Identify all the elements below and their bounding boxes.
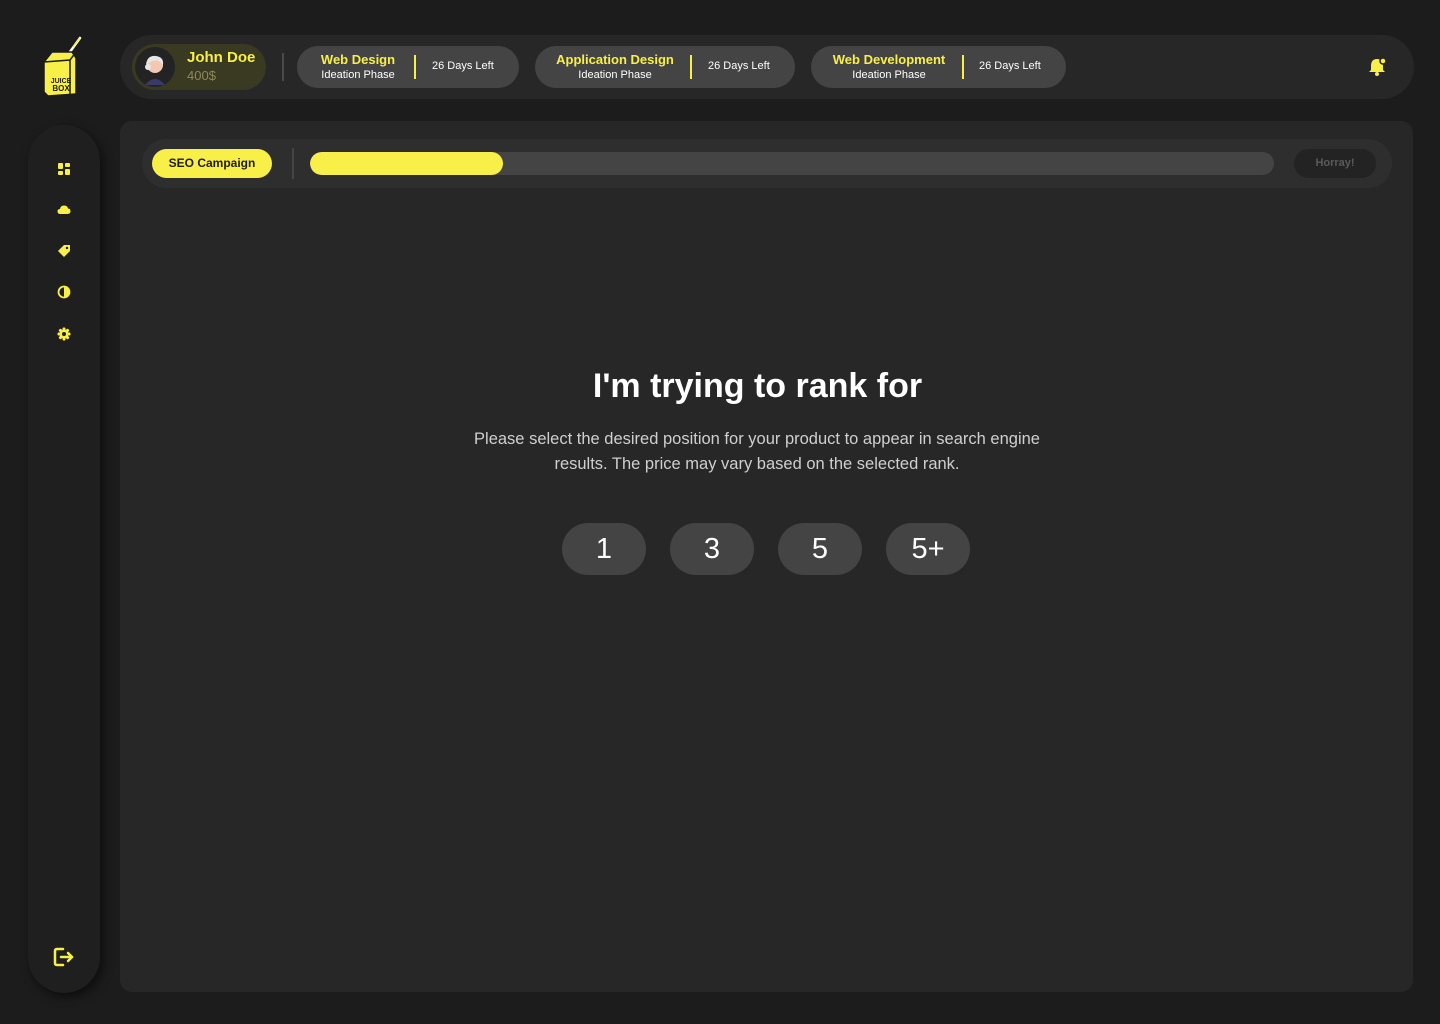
campaign-chip[interactable]: SEO Campaign — [152, 149, 272, 178]
logout-icon[interactable] — [52, 945, 76, 969]
progress-fill — [310, 152, 503, 175]
logo-text-box: BOX — [52, 84, 70, 93]
project-title: Application Design — [556, 52, 674, 67]
project-phase: Ideation Phase — [578, 69, 652, 81]
tag-icon[interactable] — [57, 244, 71, 258]
rank-option-5[interactable]: 5 — [778, 523, 862, 575]
horray-button[interactable]: Horray! — [1294, 149, 1376, 178]
project-days-left: 26 Days Left — [432, 60, 494, 72]
project-divider — [962, 55, 964, 79]
rank-option-5-plus[interactable]: 5+ — [886, 523, 970, 575]
project-phase: Ideation Phase — [852, 69, 926, 81]
project-application-design[interactable]: Application Design Ideation Phase 26 Day… — [535, 46, 795, 88]
project-days-left: 26 Days Left — [708, 60, 770, 72]
page-title: I'm trying to rank for — [592, 367, 923, 405]
rank-option-1[interactable]: 1 — [562, 523, 646, 575]
project-days-left: 26 Days Left — [979, 60, 1041, 72]
avatar — [135, 47, 175, 87]
sidebar — [28, 125, 100, 993]
contrast-icon[interactable] — [57, 285, 71, 299]
project-title: Web Design — [320, 52, 396, 67]
project-divider — [690, 55, 692, 79]
user-balance: 400$ — [187, 68, 216, 83]
divider — [282, 53, 284, 81]
project-web-development[interactable]: Web Development Ideation Phase 26 Days L… — [811, 46, 1066, 88]
rank-option-3[interactable]: 3 — [670, 523, 754, 575]
project-divider — [414, 55, 416, 79]
juice-box-logo[interactable]: JUICE BOX — [40, 36, 84, 98]
user-name: John Doe — [187, 49, 256, 66]
campaign-progress-row: SEO Campaign Horray! — [142, 139, 1392, 188]
dashboard-icon[interactable] — [57, 162, 71, 176]
gear-icon[interactable] — [57, 327, 71, 341]
divider — [292, 148, 294, 179]
progress-bar — [310, 152, 1274, 175]
cloud-icon[interactable] — [57, 203, 71, 217]
page-description: Please select the desired position for y… — [474, 430, 1040, 473]
top-bar: John Doe 400$ Web Design Ideation Phase … — [120, 35, 1414, 99]
main-panel: SEO Campaign Horray! I'm trying to rank … — [120, 121, 1413, 992]
project-web-design[interactable]: Web Design Ideation Phase 26 Days Left — [297, 46, 519, 88]
project-title: Web Development — [832, 52, 946, 67]
user-profile[interactable]: John Doe 400$ — [132, 44, 266, 90]
bell-icon[interactable] — [1367, 57, 1387, 77]
project-phase: Ideation Phase — [321, 69, 395, 81]
